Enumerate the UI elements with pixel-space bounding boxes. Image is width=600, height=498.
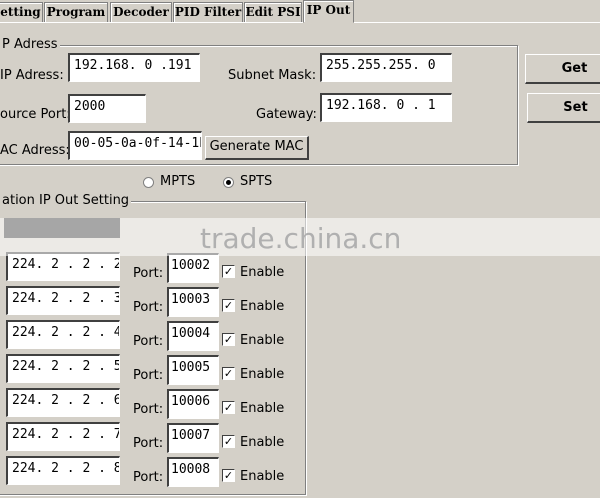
- enable-checkbox[interactable]: ✓: [222, 265, 235, 278]
- dest-port-label: Port:: [133, 334, 164, 349]
- tab-setting[interactable]: etting: [0, 2, 43, 22]
- ip-address-label: IP Adress:: [0, 68, 64, 83]
- dest-port-field[interactable]: 10006: [167, 389, 219, 419]
- subnet-mask-field[interactable]: 255.255.255. 0: [320, 53, 452, 82]
- enable-checkbox[interactable]: ✓: [222, 333, 235, 346]
- set-button[interactable]: Set: [527, 93, 600, 123]
- spts-label: SPTS: [240, 174, 273, 189]
- dest-port-label: Port:: [133, 470, 164, 485]
- dest-ip-field[interactable]: 224. 2 . 2 . 7: [6, 422, 120, 451]
- destination-group-legend: ation IP Out Setting: [0, 193, 132, 208]
- enable-checkbox[interactable]: ✓: [222, 469, 235, 482]
- generate-mac-button[interactable]: Generate MAC: [205, 136, 309, 160]
- dest-ip-field[interactable]: 224. 2 . 2 . 2: [6, 252, 120, 281]
- mpts-radio[interactable]: [143, 177, 154, 188]
- ip-address-field[interactable]: 192.168. 0 .191: [68, 53, 200, 82]
- dest-port-field[interactable]: 10007: [167, 423, 219, 453]
- tab-program[interactable]: Program: [44, 2, 108, 22]
- tab-ip-out[interactable]: IP Out: [303, 0, 354, 23]
- enable-label: Enable: [240, 299, 285, 314]
- enable-label: Enable: [240, 401, 285, 416]
- tab-pid-filter[interactable]: PID Filter: [173, 2, 243, 22]
- dest-ip-field[interactable]: 224. 2 . 2 . 4: [6, 320, 120, 349]
- dest-ip-field[interactable]: 224. 2 . 2 . 6: [6, 388, 120, 417]
- dest-port-label: Port:: [133, 436, 164, 451]
- enable-checkbox[interactable]: ✓: [222, 401, 235, 414]
- dest-port-field[interactable]: 10005: [167, 355, 219, 385]
- gateway-label: Gateway:: [256, 107, 317, 122]
- mac-address-label: AC Adress:: [0, 143, 70, 158]
- dest-port-label: Port:: [133, 402, 164, 417]
- dest-port-field[interactable]: 10004: [167, 321, 219, 351]
- ip-group-legend: P Adress: [0, 37, 60, 52]
- dest-port-label: Port:: [133, 368, 164, 383]
- dest-port-field[interactable]: 10008: [167, 457, 219, 487]
- dest-ip-field[interactable]: 224. 2 . 2 . 3: [6, 286, 120, 315]
- source-port-label: ource Port:: [0, 107, 71, 122]
- enable-label: Enable: [240, 333, 285, 348]
- enable-label: Enable: [240, 469, 285, 484]
- dest-port-field[interactable]: 10003: [167, 287, 219, 317]
- enable-label: Enable: [240, 367, 285, 382]
- enable-checkbox[interactable]: ✓: [222, 299, 235, 312]
- spts-radio[interactable]: [223, 177, 234, 188]
- enable-label: Enable: [240, 265, 285, 280]
- enable-checkbox[interactable]: ✓: [222, 367, 235, 380]
- tab-edit-psi[interactable]: Edit PSI: [244, 2, 302, 22]
- dest-port-field[interactable]: 10002: [167, 253, 219, 283]
- enable-checkbox[interactable]: ✓: [222, 435, 235, 448]
- dest-ip-field[interactable]: 224. 2 . 2 . 8: [6, 456, 120, 485]
- watermark-text: trade.china.cn: [200, 222, 402, 255]
- mac-address-field[interactable]: 00-05-0a-0f-14-1b: [68, 131, 202, 160]
- enable-label: Enable: [240, 435, 285, 450]
- tab-bar: etting Program Decoder PID Filter Edit P…: [0, 0, 600, 23]
- gateway-field[interactable]: 192.168. 0 . 1: [320, 93, 452, 122]
- source-port-field[interactable]: 2000: [68, 94, 146, 123]
- dest-port-label: Port:: [133, 266, 164, 281]
- get-button[interactable]: Get: [525, 54, 600, 84]
- subnet-mask-label: Subnet Mask:: [228, 68, 317, 83]
- dest-ip-field[interactable]: 224. 2 . 2 . 5: [6, 354, 120, 383]
- tab-decoder[interactable]: Decoder: [110, 2, 172, 22]
- dest-port-label: Port:: [133, 300, 164, 315]
- mpts-label: MPTS: [160, 174, 196, 189]
